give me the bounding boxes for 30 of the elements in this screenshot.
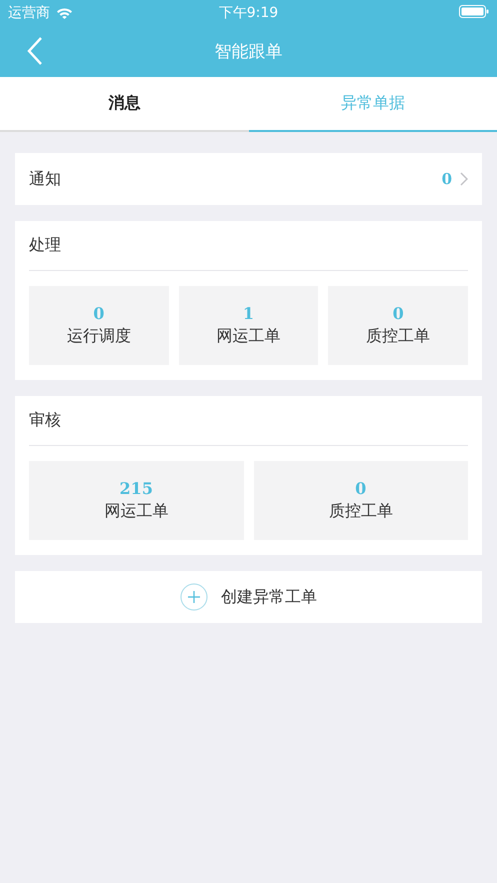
notice-row[interactable]: 通知 0 bbox=[15, 153, 482, 205]
carrier-name: 运营商 bbox=[8, 4, 50, 22]
stat-tile[interactable]: 0 质控工单 bbox=[254, 461, 468, 540]
tile-label: 质控工单 bbox=[366, 326, 430, 347]
battery-icon bbox=[459, 4, 489, 18]
status-time: 下午9:19 bbox=[218, 4, 278, 22]
tab[interactable]: 消息 bbox=[0, 77, 248, 132]
chevron-right-icon bbox=[460, 172, 468, 186]
page-title: 智能跟单 bbox=[214, 41, 282, 63]
stat-tile[interactable]: 215 网运工单 bbox=[29, 461, 244, 540]
wifi-icon bbox=[56, 7, 73, 19]
create-button[interactable]: 创建异常工单 bbox=[221, 586, 317, 608]
notice-label: 通知 bbox=[29, 168, 62, 190]
notice-count: 0 bbox=[442, 170, 452, 188]
stat-tile[interactable]: 1 网运工单 bbox=[178, 286, 318, 365]
section-title: 处理 bbox=[29, 234, 62, 256]
tile-label: 网运工单 bbox=[104, 501, 168, 522]
section-title: 审核 bbox=[29, 409, 62, 431]
tile-count: 1 bbox=[242, 304, 254, 323]
tile-label: 网运工单 bbox=[216, 326, 280, 347]
tile-count: 0 bbox=[392, 304, 404, 323]
stat-tile[interactable]: 0 质控工单 bbox=[328, 286, 468, 365]
tile-count: 0 bbox=[93, 304, 104, 323]
tile-count: 0 bbox=[355, 479, 366, 498]
stat-tile[interactable]: 0 运行调度 bbox=[29, 286, 169, 365]
plus-circle-icon[interactable] bbox=[180, 583, 208, 611]
tile-count: 215 bbox=[120, 479, 153, 498]
tile-label: 运行调度 bbox=[66, 326, 131, 347]
back-icon[interactable] bbox=[27, 37, 43, 65]
tile-label: 质控工单 bbox=[328, 501, 393, 522]
